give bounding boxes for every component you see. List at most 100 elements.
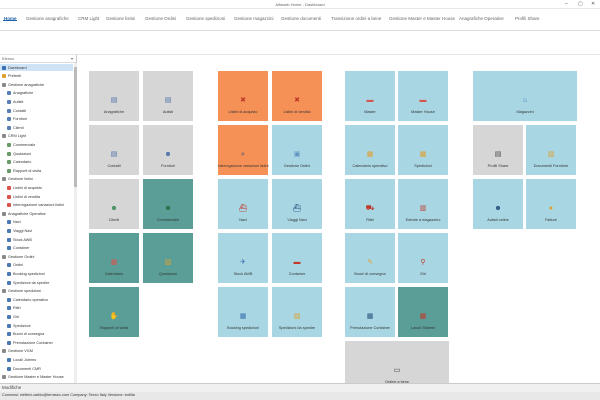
pin-icon[interactable]: ▾ (71, 56, 73, 61)
sidebar-item[interactable]: Rapporti di visita (0, 167, 73, 174)
active-tab-underline (3, 20, 17, 21)
tile-label: Spedizioni da spedire (278, 326, 316, 330)
dashboard-tile[interactable]: ▤ Contatti (89, 125, 139, 175)
sidebar-item[interactable]: Buoni di consegna (0, 331, 73, 338)
sidebar-item[interactable]: Prenotazione Container (0, 339, 73, 346)
sidebar-item[interactable]: Gestione VGM (0, 348, 73, 355)
sidebar-item[interactable]: Booking spedizioni (0, 270, 73, 277)
sidebar-item-icon (7, 332, 11, 337)
sidebar-item[interactable]: Gestione Master e Master House (0, 374, 73, 381)
sidebar-item[interactable]: Anagrafiche Operative (0, 210, 73, 217)
tab-transizione-ordini[interactable]: Transizione ordini a bene (331, 16, 381, 21)
sidebar-item[interactable]: Navi (0, 219, 73, 226)
sidebar-item[interactable]: Calendario operativo (0, 296, 73, 303)
sidebar-item[interactable]: Gestione spedizioni (0, 288, 73, 295)
sidebar-scrollbar[interactable] (74, 63, 77, 383)
sidebar-item[interactable]: Stock AWB (0, 236, 73, 243)
dashboard-tile[interactable]: ⛴ Viaggi Navi (272, 179, 322, 229)
maximize-icon[interactable]: ▢ (578, 1, 583, 7)
sidebar-item[interactable]: Clienti (0, 124, 73, 131)
ribbon-content (0, 31, 600, 55)
tab-gestione-spedizioni[interactable]: Gestione spedizioni (186, 16, 225, 21)
dashboard-tile[interactable]: ▦ Prenotazione Container (345, 287, 395, 337)
tab-gestione-anagrafiche[interactable]: Gestione anagrafiche (26, 16, 69, 21)
sidebar-item[interactable]: Autisti (0, 98, 73, 105)
dashboard-tile[interactable]: ⌕ Interrogazione variazioni listini (218, 125, 268, 175)
minimize-icon[interactable]: – (565, 1, 568, 7)
sidebar-item[interactable]: Dashboard (0, 64, 73, 71)
dashboard-tile[interactable]: ▤ Autisti (143, 71, 193, 121)
sidebar-item[interactable]: Interrogazione variazioni listini (0, 202, 73, 209)
sidebar-item[interactable]: CRM Light (0, 133, 73, 140)
dashboard-tile[interactable]: ▬ Master House (398, 71, 448, 121)
sidebar-item[interactable]: Gestione anagrafiche (0, 81, 73, 88)
dashboard-tile[interactable]: ⚲ Giri (398, 233, 448, 283)
dashboard-tile[interactable]: ▬ Container (272, 233, 322, 283)
tab-gestione-master[interactable]: Gestione Master e Master House (389, 16, 455, 21)
sidebar-item[interactable]: Preferiti (0, 73, 73, 80)
dashboard-tile[interactable]: ☻ Clienti (89, 179, 139, 229)
dashboard-tile[interactable]: ▣ Gestione Ordini (272, 125, 322, 175)
sidebar-item[interactable]: Calendario (0, 159, 73, 166)
dashboard-tile[interactable]: ⛴ Navi (218, 179, 268, 229)
sidebar-item[interactable]: Anagrafiche (0, 90, 73, 97)
sidebar-item[interactable]: Giri (0, 313, 73, 320)
sidebar-item-label: Anagrafiche Operative (8, 211, 46, 216)
dashboard-tile[interactable]: ✋ Rapporti di visita (89, 287, 139, 337)
dashboard-tile[interactable]: ▤ Anagrafiche (89, 71, 139, 121)
sidebar-item[interactable]: Commerciale (0, 141, 73, 148)
sidebar-item[interactable]: Gestione listini (0, 176, 73, 183)
dashboard-tile[interactable]: ⛟ Ritiri (345, 179, 395, 229)
sidebar-item[interactable]: Contatti (0, 107, 73, 114)
sidebar-item-icon (2, 65, 6, 70)
dashboard-tile[interactable]: ▦ Calendario operativo (345, 125, 395, 175)
sidebar-item[interactable]: Documenti CMR (0, 365, 73, 372)
sidebar-item-icon (2, 254, 6, 259)
dashboard-tile[interactable]: ▦ Calendario (89, 233, 139, 283)
sidebar-item[interactable]: Listini di acquisto (0, 184, 73, 191)
modifications-panel-header[interactable]: Modifiche (0, 383, 600, 392)
dashboard-tile[interactable]: ▧ Documenti Fornitore (526, 125, 576, 175)
sidebar-item[interactable]: Ordini (0, 262, 73, 269)
dashboard-tile[interactable]: ☻ Commerciale (143, 179, 193, 229)
tile-label: Anagrafiche (103, 110, 125, 114)
scrollbar-thumb[interactable] (74, 67, 77, 187)
tab-gestione-documenti[interactable]: Gestione documenti (281, 16, 321, 21)
close-icon[interactable]: ✕ (591, 1, 595, 7)
dashboard-tile[interactable]: ✖ Listini di acquisto (218, 71, 268, 121)
tab-crm-light[interactable]: CRM Light (78, 16, 99, 21)
suppliers-icon: ☻ (164, 151, 172, 158)
tab-gestione-listini[interactable]: Gestione listini (106, 16, 135, 21)
sidebar-item[interactable]: Container (0, 245, 73, 252)
sidebar-item[interactable]: Fornitori (0, 116, 73, 123)
dashboard-tile[interactable]: ⌂ Magazzini (473, 71, 577, 121)
sidebar-item[interactable]: Locali Jolemo (0, 356, 73, 363)
dashboard-tile[interactable]: ● Fatture (526, 179, 576, 229)
sidebar-item[interactable]: Spedizioni (0, 322, 73, 329)
dashboard-tile[interactable]: ☻ Fornitori (143, 125, 193, 175)
tab-profili-share[interactable]: Profili Share (515, 16, 540, 21)
sidebar-item[interactable]: Gestione Ordini (0, 253, 73, 260)
sidebar-item[interactable]: Viaggi Navi (0, 227, 73, 234)
dashboard-tile[interactable]: ▧ Quotazioni (143, 233, 193, 283)
dashboard-tile[interactable]: ▧ Spedizioni da spedire (272, 287, 322, 337)
dashboard-tile[interactable]: ▤ Profili Share (473, 125, 523, 175)
tab-gestione-magazzini[interactable]: Gestione magazzini (234, 16, 274, 21)
dashboard-tile[interactable]: ✎ Buoni di consegna (345, 233, 395, 283)
magnifier-icon: ⌕ (241, 151, 245, 158)
dashboard-tile[interactable]: ☻ Autisti online (473, 179, 523, 229)
sidebar-item[interactable]: Ritiri (0, 305, 73, 312)
dashboard-tile[interactable]: ▩ Spedizioni (398, 125, 448, 175)
dashboard-tile[interactable]: ▦ Booking spedizioni (218, 287, 268, 337)
tile-label: Container (288, 272, 306, 276)
dashboard-tile[interactable]: ✖ Listini di vendita (272, 71, 322, 121)
tab-gestione-ordini[interactable]: Gestione Ordini (145, 16, 176, 21)
dashboard-tile[interactable]: ▥ Entrate a magazzino (398, 179, 448, 229)
sidebar-item[interactable]: Listini di vendita (0, 193, 73, 200)
dashboard-tile[interactable]: ✈ Stock AWB (218, 233, 268, 283)
sidebar-item[interactable]: Spedizioni da spedire (0, 279, 73, 286)
dashboard-tile[interactable]: ▦ Lavori Sistemi (398, 287, 448, 337)
dashboard-tile[interactable]: ▬ Master (345, 71, 395, 121)
tab-anagrafiche-operative[interactable]: Anagrafiche Operative (459, 16, 504, 21)
sidebar-item[interactable]: Quotazioni (0, 150, 73, 157)
